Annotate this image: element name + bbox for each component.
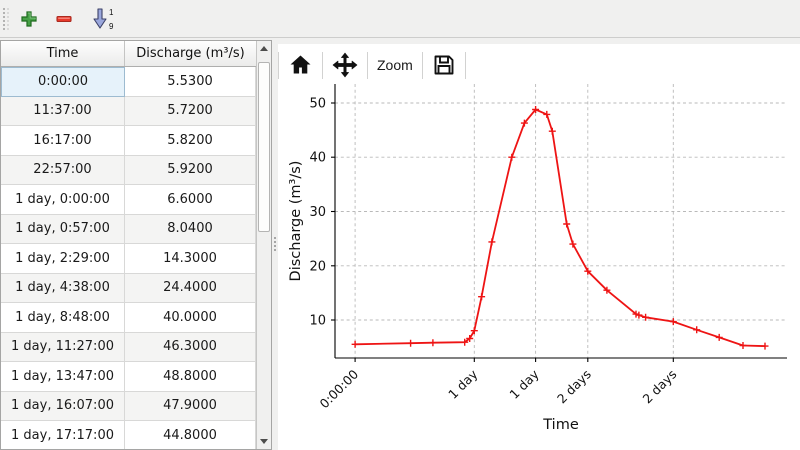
discharge-cell[interactable]: 6.6000 bbox=[125, 185, 256, 215]
time-cell[interactable]: 1 day, 0:57:00 bbox=[1, 215, 125, 245]
x-tick-label: 0:00:00 bbox=[317, 366, 362, 411]
time-cell[interactable]: 1 day, 8:48:00 bbox=[1, 303, 125, 333]
table-row: 1 day, 0:57:008.0400 bbox=[1, 215, 256, 245]
time-cell[interactable]: 1 day, 16:07:00 bbox=[1, 392, 125, 422]
y-axis-label: Discharge (m³/s) bbox=[288, 161, 304, 282]
plus-icon bbox=[20, 10, 38, 28]
discharge-cell[interactable]: 5.9200 bbox=[125, 156, 256, 186]
time-cell[interactable]: 1 day, 13:47:00 bbox=[1, 362, 125, 392]
home-icon bbox=[288, 53, 313, 77]
table-row: 1 day, 11:27:0046.3000 bbox=[1, 333, 256, 363]
y-tick-label: 50 bbox=[309, 97, 326, 112]
sort-ascending-button[interactable]: 1 9 bbox=[88, 6, 117, 32]
table-row: 1 day, 0:00:006.6000 bbox=[1, 185, 256, 215]
table-vertical-scrollbar[interactable] bbox=[256, 41, 271, 449]
x-tick-label: 1 day bbox=[445, 366, 481, 402]
table-row: 1 day, 2:29:0014.3000 bbox=[1, 244, 256, 274]
toolbar-separator bbox=[465, 52, 466, 79]
x-axis-label: Time bbox=[542, 417, 579, 433]
discharge-cell[interactable]: 47.9000 bbox=[125, 392, 256, 422]
discharge-cell[interactable]: 5.7200 bbox=[125, 97, 256, 127]
time-cell[interactable]: 1 day, 2:29:00 bbox=[1, 244, 125, 274]
discharge-cell[interactable]: 40.0000 bbox=[125, 303, 256, 333]
main-toolbar: 1 9 bbox=[0, 0, 800, 38]
time-cell[interactable]: 0:00:00 bbox=[1, 67, 125, 97]
table-body: 0:00:005.530011:37:005.720016:17:005.820… bbox=[1, 67, 256, 449]
scroll-up-button[interactable] bbox=[257, 42, 271, 55]
discharge-cell[interactable]: 14.3000 bbox=[125, 244, 256, 274]
triangle-down-icon bbox=[260, 439, 268, 444]
discharge-cell[interactable]: 48.8000 bbox=[125, 362, 256, 392]
data-point-markers bbox=[352, 106, 769, 350]
sort-ascending-icon: 1 9 bbox=[90, 8, 115, 30]
minus-icon bbox=[55, 10, 73, 28]
table-row: 22:57:005.9200 bbox=[1, 156, 256, 186]
discharge-cell[interactable]: 8.0400 bbox=[125, 215, 256, 245]
discharge-line bbox=[355, 110, 765, 347]
table-row: 1 day, 8:48:0040.0000 bbox=[1, 303, 256, 333]
time-series-table-panel: Time Discharge (m³/s) 0:00:005.530011:37… bbox=[0, 40, 272, 450]
sort-top-digit: 1 bbox=[109, 8, 114, 17]
discharge-chart[interactable]: 10 20 30 40 50 0:00:00 1 day 1 day 2 days 2 days T… bbox=[278, 82, 800, 450]
time-cell[interactable]: 16:17:00 bbox=[1, 126, 125, 156]
table-row: 16:17:005.8200 bbox=[1, 126, 256, 156]
scrollbar-thumb[interactable] bbox=[258, 62, 270, 232]
y-tick-label: 20 bbox=[309, 259, 326, 274]
pan-icon bbox=[332, 52, 358, 78]
time-cell[interactable]: 1 day, 17:17:00 bbox=[1, 421, 125, 449]
zoom-button-label: Zoom bbox=[377, 57, 413, 73]
time-cell[interactable]: 22:57:00 bbox=[1, 156, 125, 186]
discharge-cell[interactable]: 46.3000 bbox=[125, 333, 256, 363]
table-row: 0:00:005.5300 bbox=[1, 67, 256, 97]
sort-bottom-digit: 9 bbox=[109, 22, 114, 30]
column-header-discharge[interactable]: Discharge (m³/s) bbox=[125, 41, 256, 66]
x-tick-label: 1 day bbox=[506, 366, 542, 402]
y-tick-label: 10 bbox=[309, 314, 326, 329]
triangle-up-icon bbox=[260, 46, 268, 51]
table-row: 1 day, 17:17:0044.8000 bbox=[1, 421, 256, 449]
x-tick-label: 2 days bbox=[640, 367, 680, 407]
discharge-cell[interactable]: 44.8000 bbox=[125, 421, 256, 449]
remove-row-button[interactable] bbox=[53, 8, 75, 30]
time-cell[interactable]: 1 day, 11:27:00 bbox=[1, 333, 125, 363]
scroll-down-button[interactable] bbox=[257, 435, 271, 448]
y-tick-label: 30 bbox=[309, 205, 326, 220]
zoom-button[interactable]: Zoom bbox=[368, 54, 422, 76]
time-cell[interactable]: 1 day, 0:00:00 bbox=[1, 185, 125, 215]
x-tick-label: 2 days bbox=[554, 367, 594, 407]
discharge-cell[interactable]: 5.5300 bbox=[125, 67, 256, 97]
save-figure-button[interactable] bbox=[423, 50, 465, 80]
save-icon bbox=[432, 53, 456, 77]
time-cell[interactable]: 1 day, 4:38:00 bbox=[1, 274, 125, 304]
home-view-button[interactable] bbox=[279, 50, 322, 80]
y-tick-label: 40 bbox=[309, 151, 326, 166]
table-row: 1 day, 16:07:0047.9000 bbox=[1, 392, 256, 422]
application-window: 1 9 Time Discharge (m³/s) 0:00:005.53001… bbox=[0, 0, 800, 450]
time-cell[interactable]: 11:37:00 bbox=[1, 97, 125, 127]
table-row: 11:37:005.7200 bbox=[1, 97, 256, 127]
add-row-button[interactable] bbox=[18, 8, 40, 30]
discharge-cell[interactable]: 24.4000 bbox=[125, 274, 256, 304]
discharge-cell[interactable]: 5.8200 bbox=[125, 126, 256, 156]
table-header-row: Time Discharge (m³/s) bbox=[1, 41, 271, 67]
toolbar-grip-handle[interactable] bbox=[3, 8, 9, 30]
table-row: 1 day, 13:47:0048.8000 bbox=[1, 362, 256, 392]
table-row: 1 day, 4:38:0024.4000 bbox=[1, 274, 256, 304]
figure-nav-toolbar: Zoom bbox=[278, 48, 466, 82]
chart-panel: Zoom 10 20 30 40 50 0:00:00 1 day 1 day 2 days 2 … bbox=[278, 44, 800, 450]
column-header-time[interactable]: Time bbox=[1, 41, 125, 66]
pan-button[interactable] bbox=[323, 49, 367, 81]
